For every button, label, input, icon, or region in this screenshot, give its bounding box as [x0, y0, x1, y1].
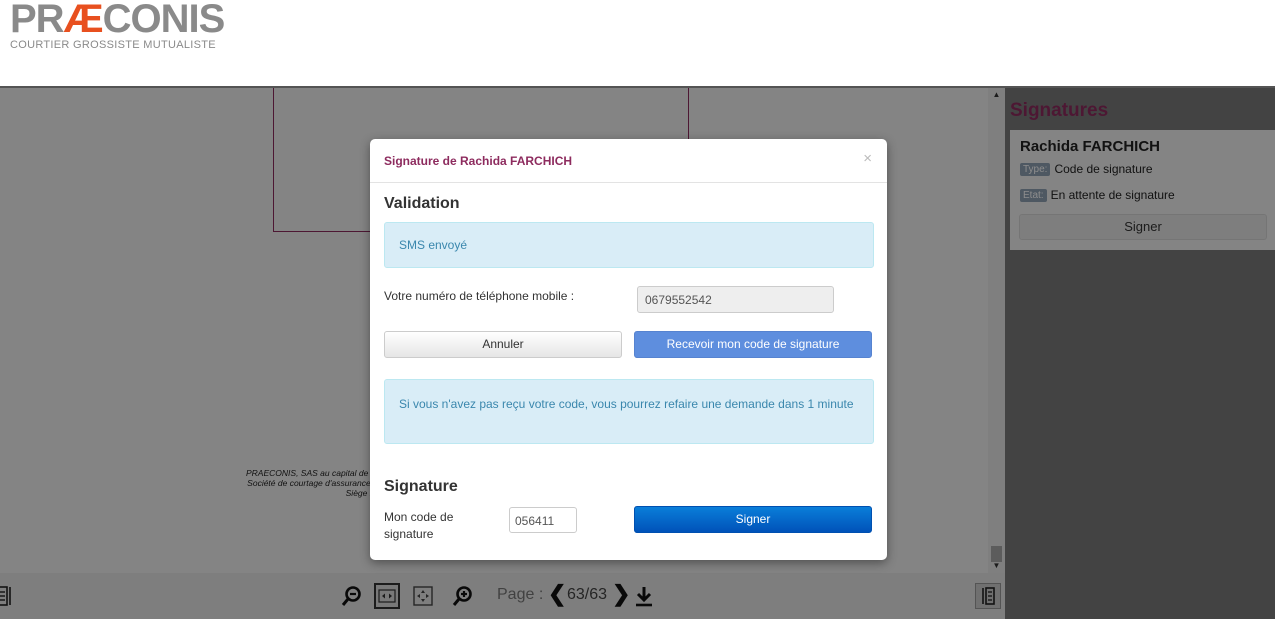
- signature-code-field[interactable]: 056411: [509, 507, 577, 533]
- app-header: PRÆCONIS COURTIER GROSSISTE MUTUALISTE: [0, 0, 1275, 86]
- resend-info-text: Si vous n'avez pas reçu votre code, vous…: [399, 397, 854, 411]
- signature-modal: Signature de Rachida FARCHICH × Validati…: [370, 139, 887, 560]
- cancel-button[interactable]: Annuler: [384, 331, 622, 358]
- resend-info-alert: Si vous n'avez pas reçu votre code, vous…: [384, 379, 874, 444]
- modal-header: Signature de Rachida FARCHICH ×: [370, 139, 887, 183]
- logo-wordmark: PRÆCONIS: [10, 0, 225, 41]
- sms-sent-alert: SMS envoyé: [384, 222, 874, 268]
- logo-tagline: COURTIER GROSSISTE MUTUALISTE: [10, 39, 216, 51]
- receive-code-button[interactable]: Recevoir mon code de signature: [634, 331, 872, 358]
- praeconis-logo[interactable]: PRÆCONIS COURTIER GROSSISTE MUTUALISTE: [10, 0, 225, 51]
- phone-field[interactable]: 0679552542: [637, 286, 834, 313]
- close-icon[interactable]: ×: [863, 150, 872, 167]
- signature-code-label: Mon code de signature: [384, 510, 454, 541]
- sign-button[interactable]: Signer: [634, 506, 872, 533]
- phone-label: Votre numéro de téléphone mobile :: [384, 289, 575, 303]
- sms-sent-text: SMS envoyé: [399, 238, 468, 252]
- signature-heading: Signature: [384, 478, 458, 495]
- validation-heading: Validation: [384, 195, 460, 212]
- modal-title: Signature de Rachida FARCHICH: [384, 154, 573, 168]
